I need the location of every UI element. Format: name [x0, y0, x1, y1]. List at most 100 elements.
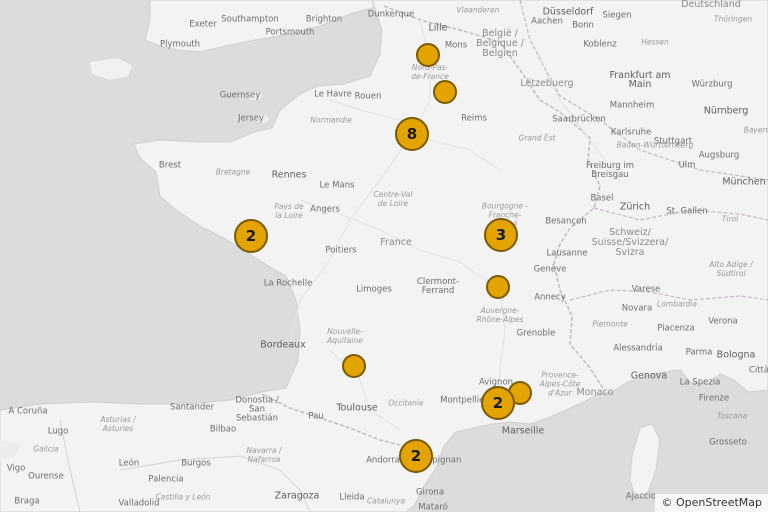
label-auvergne: Auvergne-Rhône-Alpes	[476, 306, 524, 324]
label-alessandria: Alessandria	[613, 343, 663, 354]
label-baden: Baden-Württemberg	[616, 140, 694, 150]
label-plymouth: Plymouth	[159, 39, 201, 50]
label-leon: León	[118, 458, 140, 469]
label-pays-loire: Pays de la Loire	[274, 202, 304, 220]
label-guernsey: Guernsey	[219, 90, 261, 101]
label-poitiers: Poitiers	[325, 245, 357, 256]
label-bordeaux: Bordeaux	[260, 339, 306, 351]
label-toulouse: Toulouse	[336, 402, 378, 414]
label-asturias: Asturias / Asturies	[100, 415, 136, 433]
label-genova: Genova	[630, 370, 668, 382]
cluster-marker[interactable]: 2	[399, 439, 433, 473]
cluster-marker[interactable]: 2	[481, 386, 515, 420]
label-monaco: Monaco	[576, 387, 614, 398]
label-varese: Varese	[631, 284, 661, 295]
label-siegen: Siegen	[602, 10, 632, 21]
label-burgos: Burgos	[181, 458, 211, 469]
cluster-marker[interactable]: 8	[395, 117, 429, 151]
label-nouvelle: Nouvelle-Aquitaine	[327, 327, 363, 345]
label-alto-adige: Alto Adige / Südtirol	[709, 260, 753, 278]
label-schweiz: Schweiz/ Suisse/Svizzera/ Svizra	[591, 227, 669, 258]
label-mannheim: Mannheim	[609, 100, 655, 111]
label-braga: Braga	[14, 496, 40, 507]
label-firenze: Firenze	[698, 393, 730, 404]
map-marker[interactable]	[342, 354, 366, 378]
label-grand-est: Grand Est	[518, 133, 556, 143]
map-marker[interactable]	[416, 43, 440, 67]
label-valladolid: Valladolid	[118, 498, 160, 509]
label-ulm: Ulm	[678, 160, 696, 171]
label-catalunya: Catalunya	[367, 496, 405, 506]
label-reims: Reims	[461, 113, 487, 124]
label-mataro: Mataró	[418, 502, 448, 512]
label-vigo: Vigo	[6, 463, 26, 474]
label-le-mans: Le Mans	[319, 180, 355, 191]
label-geneve: Genève	[533, 264, 567, 275]
label-normandie: Normandie	[310, 115, 352, 125]
label-brighton: Brighton	[305, 14, 343, 25]
label-dunkerque: Dunkerque	[367, 9, 415, 20]
label-andorra: Andorra	[366, 455, 400, 466]
label-pau: Pau	[308, 411, 324, 422]
label-grosseto: Grosseto	[709, 437, 747, 448]
attribution[interactable]: © OpenStreetMap	[655, 494, 768, 512]
label-thuringen: Thüringen	[713, 14, 753, 24]
label-piemonte: Piemonte	[592, 319, 628, 329]
label-ajaccio: Ajaccio	[625, 491, 657, 502]
label-frankfurt: Frankfurt am Main	[609, 70, 671, 90]
label-santander: Santander	[169, 402, 215, 413]
label-lausanne: Lausanne	[546, 248, 588, 259]
label-munchen: München	[722, 176, 766, 188]
label-lugo: Lugo	[47, 426, 69, 437]
label-palencia: Palencia	[148, 474, 184, 485]
label-limoges: Limoges	[356, 284, 392, 295]
label-aachen: Aachen	[531, 16, 563, 27]
label-annecy: Annecy	[534, 292, 566, 303]
label-girona: Girona	[415, 487, 445, 498]
label-donostia: Donostia / San Sebastián	[235, 395, 279, 424]
label-verona: Verona	[708, 316, 738, 327]
label-st-gallen: St. Gallen	[666, 206, 708, 217]
label-lille: Lille	[428, 22, 448, 34]
label-letzebuerg: Lëtzebuerg	[520, 78, 574, 89]
label-hessen: Hessen	[641, 37, 669, 47]
label-nurnberg: Nürnberg	[703, 105, 749, 117]
label-parma: Parma	[685, 347, 713, 358]
label-lombardia: Lombardia	[657, 299, 697, 309]
label-karlsruhe: Karlsruhe	[610, 127, 652, 138]
label-galicia: Galicia	[33, 444, 59, 454]
label-rouen: Rouen	[354, 91, 382, 102]
label-dusseldorf: Düsseldorf	[542, 6, 594, 18]
cluster-marker[interactable]: 3	[484, 218, 518, 252]
label-saarbrucken: Saarbrücken	[552, 114, 606, 125]
label-augsburg: Augsburg	[698, 150, 740, 161]
label-belgique: België / Belgique / Belgien	[476, 28, 524, 59]
label-freiburg: Freiburg im Breisgau	[585, 161, 635, 180]
label-deutschland: Deutschland	[681, 0, 741, 10]
label-clermont: Clermont-Ferrand	[416, 277, 460, 296]
label-besancon: Besançon	[545, 216, 587, 227]
label-tirol: Tirol	[721, 214, 739, 224]
label-piacenza: Piacenza	[657, 323, 695, 334]
map-marker[interactable]	[486, 275, 510, 299]
label-portsmouth: Portsmouth	[265, 27, 315, 38]
cluster-marker[interactable]: 2	[234, 219, 268, 253]
label-vlaanderen: Vlaanderen	[456, 5, 500, 15]
label-bologna: Bologna	[716, 349, 756, 361]
label-marseille: Marseille	[501, 425, 545, 437]
label-exeter: Exeter	[189, 19, 217, 30]
label-centre: Centre-Val de Loire	[373, 190, 413, 208]
label-bretagne: Bretagne	[215, 167, 251, 177]
map-marker[interactable]	[433, 80, 457, 104]
label-ourense: Ourense	[28, 471, 64, 482]
map-container[interactable]: Exeter Southampton Brighton Plymouth Por…	[0, 0, 768, 512]
label-lleida: Lleida	[339, 492, 365, 503]
label-citta: Città	[748, 365, 768, 376]
label-bayern: Bayern	[743, 125, 768, 135]
label-zurich: Zürich	[619, 201, 651, 213]
label-zaragoza: Zaragoza	[274, 490, 320, 502]
label-novara: Novara	[621, 303, 653, 314]
label-basel: Basel	[590, 193, 614, 204]
label-toscana: Toscana	[716, 411, 748, 421]
label-southampton: Southampton	[221, 14, 279, 25]
